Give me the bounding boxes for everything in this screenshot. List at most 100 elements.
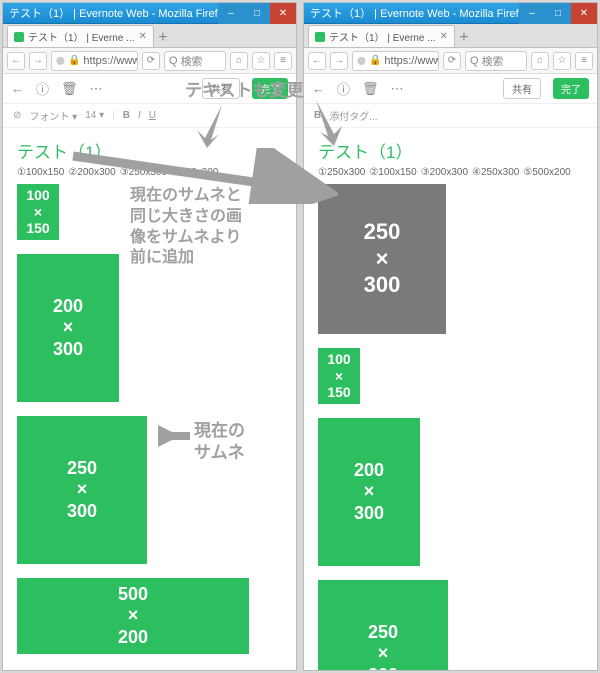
format-toolbar-left: ⊘ フォント ▾ 14 ▾ | B I U [3, 104, 296, 128]
nav-back-button[interactable]: ← [308, 52, 326, 70]
window-buttons: – □ ✕ [519, 3, 597, 24]
browser-tab[interactable]: テスト（1） | Everne ... ✕ [7, 25, 154, 47]
close-button[interactable]: ✕ [270, 3, 296, 24]
close-button[interactable]: ✕ [571, 3, 597, 24]
done-button[interactable]: 完了 [252, 78, 288, 99]
ev-info-icon[interactable]: ⓘ [337, 79, 350, 98]
address-bar: ← → ⬤ 🔒 https://www.evernote.co ⟳ Q 検索 ⌂… [304, 48, 597, 74]
maximize-button[interactable]: □ [244, 3, 270, 24]
bookmark-button[interactable]: ☆ [553, 52, 571, 70]
share-button[interactable]: 共有 [202, 78, 240, 99]
nav-back-button[interactable]: ← [7, 52, 25, 70]
search-placeholder: 検索 [482, 53, 504, 69]
search-icon: Q [169, 55, 178, 67]
format-toolbar-right: B 添付タグ... [304, 104, 597, 128]
lock-icon: 🔒 [68, 55, 80, 66]
new-tab-button[interactable]: + [455, 29, 473, 47]
tab-close-icon[interactable]: ✕ [139, 31, 147, 42]
font-selector[interactable]: フォント ▾ [29, 108, 77, 123]
ev-back-icon[interactable]: ← [11, 81, 24, 96]
size-item: ②100x150 [369, 167, 416, 178]
window-title: テスト（1） | Evernote Web - Mozilla Firefox [310, 5, 530, 21]
size-item: ⑤500x200 [523, 167, 570, 178]
thumbnail-200x300: 200 × 300 [17, 254, 119, 402]
size-item: ②200x300 [68, 167, 115, 178]
ev-trash-icon[interactable]: 🗑 [61, 81, 78, 97]
menu-button[interactable]: ≡ [274, 52, 292, 70]
home-button[interactable]: ⌂ [531, 52, 549, 70]
url-input[interactable]: ⬤ 🔒 https://www.evernote.co [51, 51, 138, 71]
ev-trash-icon[interactable]: 🗑 [362, 81, 379, 97]
window-right: テスト（1） | Evernote Web - Mozilla Firefox … [303, 2, 598, 671]
share-button[interactable]: 共有 [503, 78, 541, 99]
italic-button[interactable]: I [138, 110, 141, 121]
tab-label: テスト（1） | Everne ... [28, 29, 135, 44]
reload-button[interactable]: ⟳ [443, 52, 461, 70]
url-text: https://www.evernote.co [83, 55, 138, 67]
size-item: ④250x300 [472, 167, 519, 178]
url-text: https://www.evernote.co [384, 55, 439, 67]
tab-label: テスト（1） | Everne ... [329, 29, 436, 44]
titlebar[interactable]: テスト（1） | Evernote Web - Mozilla Firefox … [3, 3, 296, 24]
note-body-right[interactable]: 250 × 300 100 × 150 200 × 300 250 × 300 [304, 184, 597, 671]
font-size[interactable]: 14 ▾ [85, 110, 104, 121]
evernote-toolbar: ← ⓘ 🗑 ⋯ 共有 完了 [3, 74, 296, 104]
size-item: ④500x200 [171, 167, 218, 178]
ev-more-icon[interactable]: ⋯ [90, 81, 103, 97]
window-left: テスト（1） | Evernote Web - Mozilla Firefox … [2, 2, 297, 671]
ev-more-icon[interactable]: ⋯ [391, 81, 404, 97]
thumbnail-500x200: 500 × 200 [17, 578, 249, 654]
search-input[interactable]: Q 検索 [465, 51, 527, 71]
search-placeholder: 検索 [181, 53, 203, 69]
thumbnail-250x300: 250 × 300 [17, 416, 147, 564]
thumbnail-200x300: 200 × 300 [318, 418, 420, 566]
minimize-button[interactable]: – [519, 3, 545, 24]
size-list-right: ①250x300 ②100x150 ③200x300 ④250x300 ⑤500… [304, 167, 597, 184]
browser-tab[interactable]: テスト（1） | Everne ... ✕ [308, 25, 455, 47]
size-item: ①100x150 [17, 167, 64, 178]
thumbnail-100x150: 100 × 150 [17, 184, 59, 240]
thumbnail-250x300: 250 × 300 [318, 580, 448, 671]
home-button[interactable]: ⌂ [230, 52, 248, 70]
size-item: ①250x300 [318, 167, 365, 178]
nav-forward-button[interactable]: → [29, 52, 47, 70]
titlebar[interactable]: テスト（1） | Evernote Web - Mozilla Firefox … [304, 3, 597, 24]
search-input[interactable]: Q 検索 [164, 51, 226, 71]
maximize-button[interactable]: □ [545, 3, 571, 24]
url-input[interactable]: ⬤ 🔒 https://www.evernote.co [352, 51, 439, 71]
tabstrip: テスト（1） | Everne ... ✕ + [3, 24, 296, 48]
menu-button[interactable]: ≡ [575, 52, 593, 70]
thumbnail-100x150: 100 × 150 [318, 348, 360, 404]
evernote-toolbar: ← ⓘ 🗑 ⋯ 共有 完了 [304, 74, 597, 104]
window-buttons: – □ ✕ [218, 3, 296, 24]
window-title: テスト（1） | Evernote Web - Mozilla Firefox [9, 5, 229, 21]
size-list-left: ①100x150 ②200x300 ③250x300 ④500x200 [3, 167, 296, 184]
bold-button[interactable]: B [314, 110, 321, 121]
search-icon: Q [470, 55, 479, 67]
ev-back-icon[interactable]: ← [312, 81, 325, 96]
new-tab-button[interactable]: + [154, 29, 172, 47]
address-bar: ← → ⬤ 🔒 https://www.evernote.co ⟳ Q 検索 ⌂… [3, 48, 296, 74]
tag-icon[interactable]: ⊘ [13, 110, 21, 121]
minimize-button[interactable]: – [218, 3, 244, 24]
thumbnail-250x300-new: 250 × 300 [318, 184, 446, 334]
attach-tag[interactable]: 添付タグ... [329, 108, 377, 123]
bold-button[interactable]: B [123, 110, 130, 121]
tab-close-icon[interactable]: ✕ [440, 31, 448, 42]
tabstrip: テスト（1） | Everne ... ✕ + [304, 24, 597, 48]
note-title[interactable]: テスト（1） [3, 128, 296, 167]
evernote-favicon-icon [14, 32, 24, 42]
note-body-left[interactable]: 100 × 150 200 × 300 250 × 300 500 × 200 [3, 184, 296, 671]
done-button[interactable]: 完了 [553, 78, 589, 99]
size-item: ③200x300 [421, 167, 468, 178]
reload-button[interactable]: ⟳ [142, 52, 160, 70]
ev-info-icon[interactable]: ⓘ [36, 79, 49, 98]
underline-button[interactable]: U [149, 110, 156, 121]
bookmark-button[interactable]: ☆ [252, 52, 270, 70]
note-title[interactable]: テスト（1） [304, 128, 597, 167]
lock-icon: 🔒 [369, 55, 381, 66]
size-item: ③250x300 [120, 167, 167, 178]
evernote-favicon-icon [315, 32, 325, 42]
globe-icon: ⬤ [56, 56, 65, 65]
nav-forward-button[interactable]: → [330, 52, 348, 70]
